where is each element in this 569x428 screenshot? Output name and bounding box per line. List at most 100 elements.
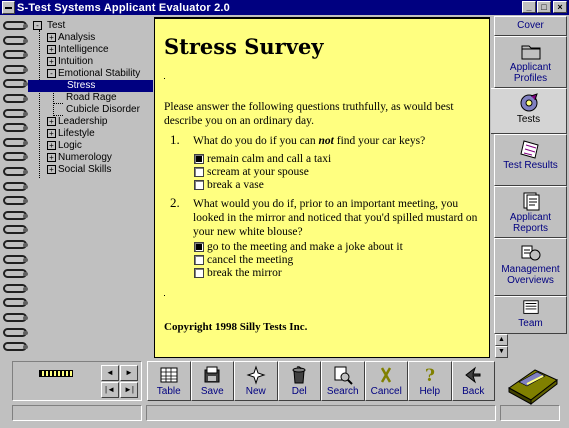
tree-expander[interactable]: + [47, 129, 56, 138]
tab-management-overviews[interactable]: Management Overviews [494, 238, 567, 296]
spiral-ring [3, 269, 28, 279]
copyright-text: Copyright 1998 Silly Tests Inc. [164, 321, 308, 333]
answer-label: go to the meeting and make a joke about … [207, 241, 403, 253]
new-button[interactable]: New [234, 361, 278, 401]
page-scrollbar[interactable]: ▲ ▼ [495, 334, 508, 358]
answer-checkbox[interactable] [194, 255, 204, 265]
answer-label: cancel the meeting [207, 254, 294, 266]
back-button[interactable]: Back [451, 361, 495, 401]
close-button[interactable]: × [553, 1, 567, 13]
main-toolbar: Table Save New Del Search Cancel ? Help … [147, 361, 497, 401]
answer-checkbox[interactable] [194, 154, 204, 164]
spiral-ring [3, 35, 28, 45]
prev-record-button[interactable]: ◄ [101, 365, 119, 381]
spiral-ring [3, 152, 28, 162]
cancel-button[interactable]: Cancel [364, 361, 408, 401]
next-record-button[interactable]: ► [120, 365, 138, 381]
test-results-icon [519, 140, 539, 159]
spiral-ring [3, 225, 28, 235]
tree-expander[interactable]: + [47, 45, 56, 54]
new-icon [246, 365, 266, 385]
tab-label: Applicant Profiles [509, 62, 552, 84]
toolbar-label: Save [200, 386, 224, 397]
spiral-ring [3, 79, 28, 89]
scroll-down-button[interactable]: ▼ [495, 346, 508, 358]
last-record-button[interactable]: ►| [120, 382, 138, 398]
tab-team[interactable]: Team [494, 296, 567, 334]
section-tabs: Cover Applicant Profiles Tests Test Resu… [491, 16, 569, 334]
status-panel-main [146, 405, 496, 421]
bottom-bar: ◄ ► |◄ ►| Table Save New Del Search Canc… [0, 358, 569, 428]
answer-option[interactable]: go to the meeting and make a joke about … [194, 241, 403, 253]
tree-expander[interactable]: + [47, 141, 56, 150]
answer-checkbox[interactable] [194, 242, 204, 252]
help-button[interactable]: ? Help [408, 361, 452, 401]
tree-expander[interactable]: + [47, 33, 56, 42]
answer-label: remain calm and call a taxi [207, 153, 332, 165]
table-button[interactable]: Table [147, 361, 191, 401]
tree-expander[interactable]: - [33, 21, 42, 30]
answer-checkbox[interactable] [194, 180, 204, 190]
tab-label: Cover [517, 20, 544, 31]
maximize-button[interactable]: □ [537, 1, 551, 13]
search-icon [334, 366, 353, 385]
tree-node-stress[interactable]: Stress [28, 80, 153, 92]
minimize-button[interactable]: _ [522, 1, 536, 13]
save-button[interactable]: Save [190, 361, 234, 401]
tab-label: Applicant Reports [509, 212, 552, 234]
spiral-ring [3, 181, 28, 191]
tab-test-results[interactable]: Test Results [494, 134, 567, 186]
record-position-indicator [39, 370, 73, 377]
answer-checkbox[interactable] [194, 268, 204, 278]
answer-checkbox[interactable] [194, 167, 204, 177]
spiral-ring [3, 210, 28, 220]
tab-tests[interactable]: Tests [491, 88, 567, 134]
delete-button[interactable]: Del [277, 361, 321, 401]
question-text-part: find your car keys? [333, 135, 426, 147]
system-menu-button[interactable] [2, 1, 15, 14]
tests-disc-icon [520, 93, 538, 112]
toolbar-label: Help [419, 386, 441, 397]
tree-node-label: Stress [65, 80, 98, 92]
folder-icon [521, 45, 540, 60]
tree-node-label: Social Skills [58, 164, 112, 175]
tree-expander[interactable]: + [47, 153, 56, 162]
toolbar-label: Del [291, 386, 307, 397]
help-icon: ? [425, 366, 435, 385]
answer-option[interactable]: break the mirror [194, 267, 282, 279]
svg-text:?: ? [425, 366, 435, 385]
first-record-button[interactable]: |◄ [101, 382, 119, 398]
spiral-ring [3, 108, 28, 118]
back-icon [465, 366, 481, 384]
toolbar-label: Table [156, 386, 181, 397]
page-title: Stress Survey [164, 34, 324, 59]
tab-applicant-profiles[interactable]: Applicant Profiles [494, 36, 567, 88]
system-menu-icon [5, 6, 12, 9]
tab-label: Management Overviews [501, 264, 560, 286]
spiral-ring [3, 50, 28, 60]
answer-label: break a vase [207, 179, 264, 191]
reports-icon [523, 192, 539, 211]
tree-node-label: Logic [58, 140, 82, 151]
tree-expander[interactable]: + [47, 57, 56, 66]
toolbar-label: Search [326, 386, 359, 397]
survey-page: Stress Survey Please answer the followin… [154, 17, 490, 358]
answer-option[interactable]: break a vase [194, 179, 264, 191]
tab-cover[interactable]: Cover [494, 16, 567, 36]
spiral-ring [3, 137, 28, 147]
tree-expander[interactable]: - [47, 69, 56, 78]
tree-node-label: Numerology [58, 152, 112, 163]
scroll-up-button[interactable]: ▲ [495, 334, 508, 346]
answer-option[interactable]: scream at your spouse [194, 166, 309, 178]
tree-expander[interactable]: + [47, 117, 56, 126]
answer-option[interactable]: cancel the meeting [194, 254, 293, 266]
tree-expander[interactable]: + [47, 165, 56, 174]
tab-applicant-reports[interactable]: Applicant Reports [494, 186, 567, 238]
answer-label: scream at your spouse [207, 166, 309, 178]
spiral-ring [3, 123, 28, 133]
status-panel-left [12, 405, 142, 421]
question-text: What do you do if you can not find your … [193, 134, 483, 148]
search-button[interactable]: Search [321, 361, 365, 401]
tree-node-label: Leadership [58, 116, 108, 127]
answer-option[interactable]: remain calm and call a taxi [194, 153, 331, 165]
